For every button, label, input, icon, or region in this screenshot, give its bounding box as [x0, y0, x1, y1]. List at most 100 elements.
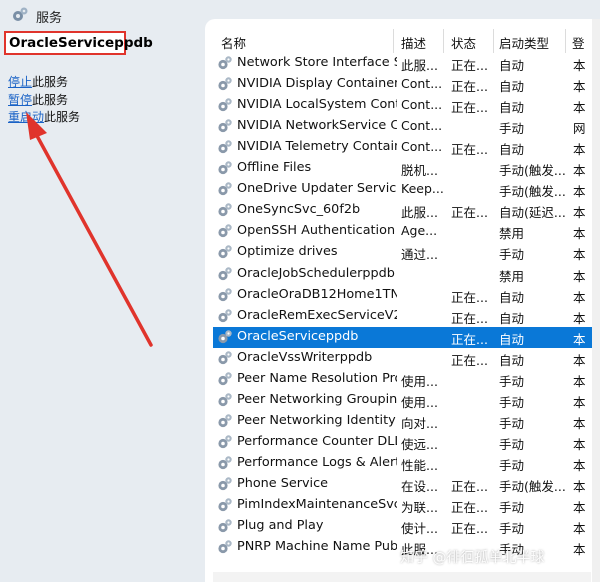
- service-startup-type: 手动: [499, 436, 525, 452]
- service-startup-type: 手动(触发...: [499, 479, 566, 494]
- watermark: 知乎 @徘徊孤单北半球: [400, 550, 545, 566]
- service-gear-icon: [217, 392, 233, 408]
- column-divider[interactable]: [393, 29, 394, 53]
- service-status: 正在...: [451, 100, 488, 116]
- service-description: Cont...: [401, 76, 443, 92]
- service-description: 向对...: [401, 415, 438, 431]
- column-divider[interactable]: [493, 29, 494, 53]
- service-row[interactable]: NVIDIA Display Container LSCont... 正在... 自…: [213, 74, 593, 95]
- service-row[interactable]: NVIDIA LocalSystem Conta...Cont... 正在... 自…: [213, 95, 593, 116]
- service-row[interactable]: OracleRemExecServiceV2 正在... 自动 本: [213, 306, 593, 327]
- service-name: NVIDIA Telemetry Container: [237, 139, 397, 155]
- service-row[interactable]: Network Store Interface Se... 此服... 正在... 自…: [213, 53, 593, 74]
- service-logon: 本: [573, 268, 586, 284]
- service-row[interactable]: OpenSSH Authentication ... Age... 禁用 本: [213, 221, 593, 242]
- service-startup-type: 手动(触发...: [499, 163, 566, 179]
- service-logon: 本: [573, 373, 586, 389]
- stop-link[interactable]: 停止: [8, 75, 32, 89]
- column-header-description[interactable]: 描述: [401, 33, 426, 52]
- service-row[interactable]: Performance Counter DLL ...使远... 手动 本: [213, 432, 593, 453]
- vertical-scrollbar[interactable]: [592, 19, 600, 582]
- service-name: OpenSSH Authentication ...: [237, 223, 397, 239]
- service-row[interactable]: NVIDIA Telemetry ContainerCont... 正在... 自动…: [213, 137, 593, 158]
- service-row[interactable]: Plug and Play 使计... 正在... 手动 本: [213, 516, 593, 537]
- service-row[interactable]: Peer Networking Identity ... 向对... 手动 本: [213, 411, 593, 432]
- service-status: 正在...: [451, 79, 488, 95]
- service-row[interactable]: Phone Service 在设... 正在... 手动(触发... 本: [213, 474, 593, 495]
- service-logon: 本: [573, 457, 586, 473]
- service-row[interactable]: Peer Networking Grouping 使用... 手动 本: [213, 390, 593, 411]
- service-logon: 本: [573, 184, 586, 200]
- service-row[interactable]: OracleVssWriterppdb 正在... 自动 本: [213, 348, 593, 369]
- service-description: 性能...: [401, 457, 438, 473]
- restart-link[interactable]: 重启动: [8, 110, 44, 124]
- column-header-startup-type[interactable]: 启动类型: [499, 33, 549, 52]
- service-gear-icon: [217, 287, 233, 303]
- service-description: Cont...: [401, 97, 443, 113]
- service-logon: 本: [573, 100, 586, 116]
- service-name: OracleOraDB12Home1TN...: [237, 286, 397, 302]
- service-row[interactable]: OracleServiceppdb 正在... 自动 本: [213, 326, 593, 348]
- service-row[interactable]: Offline Files 脱机... 手动(触发... 本: [213, 158, 593, 179]
- service-gear-icon: [217, 266, 233, 282]
- pause-link[interactable]: 暂停: [8, 93, 32, 107]
- service-description: Cont...: [401, 118, 443, 134]
- service-name: Offline Files: [237, 160, 312, 176]
- service-description: 使远...: [401, 436, 438, 452]
- service-status: 正在...: [451, 142, 488, 158]
- service-description: 为联...: [401, 500, 438, 516]
- service-logon: 本: [573, 542, 586, 558]
- service-description: 此服...: [401, 58, 438, 73]
- service-gear-icon: [217, 202, 233, 218]
- column-divider[interactable]: [443, 29, 444, 53]
- service-row[interactable]: Optimize drives 通过... 手动 本: [213, 242, 593, 263]
- service-startup-type: 自动: [499, 142, 525, 158]
- column-header-name[interactable]: 名称: [221, 33, 246, 52]
- column-divider[interactable]: [565, 29, 566, 53]
- list-header: 名称 描述 状态 启动类型 登: [205, 19, 600, 57]
- service-name: NVIDIA NetworkService C...: [237, 118, 397, 134]
- service-row[interactable]: OneSyncSvc_60f2b 此服... 正在... 自动(延迟... 本: [213, 200, 593, 221]
- service-name: Peer Networking Grouping: [237, 391, 397, 407]
- service-startup-type: 自动(延迟...: [499, 205, 566, 221]
- service-name: OracleJobSchedulerppdb: [237, 265, 395, 281]
- service-name: Peer Networking Identity ...: [237, 412, 397, 428]
- service-startup-type: 自动: [499, 100, 525, 116]
- service-startup-type: 自动: [499, 331, 525, 347]
- service-row[interactable]: OneDrive Updater Service Keep... 手动(触发... 本: [213, 179, 593, 200]
- service-row[interactable]: OracleJobSchedulerppdb 禁用 本: [213, 264, 593, 285]
- service-gear-icon: [217, 244, 233, 260]
- service-gear-icon: [217, 76, 233, 92]
- service-description: 脱机...: [401, 163, 438, 179]
- service-name: OracleRemExecServiceV2: [237, 307, 397, 323]
- service-gear-icon: [217, 97, 233, 113]
- service-row[interactable]: NVIDIA NetworkService C... Cont... 手动 网: [213, 116, 593, 137]
- column-header-logon[interactable]: 登: [572, 33, 585, 52]
- service-gear-icon: [217, 518, 233, 534]
- service-gear-icon: [217, 118, 233, 134]
- service-row[interactable]: Peer Name Resolution Pro... 使用... 手动 本: [213, 369, 593, 390]
- horizontal-scrollbar[interactable]: [213, 572, 591, 582]
- pause-suffix: 此服务: [32, 93, 69, 107]
- service-name: Phone Service: [237, 476, 329, 491]
- service-startup-type: 手动(触发...: [499, 184, 566, 200]
- service-row[interactable]: PimIndexMaintenanceSvc_...为联... 正在... 手动 本: [213, 495, 593, 516]
- service-gear-icon: [217, 455, 233, 471]
- service-name: OracleServiceppdb: [237, 328, 359, 344]
- service-startup-type: 自动: [499, 289, 525, 305]
- service-gear-icon: [217, 350, 233, 366]
- service-logon: 本: [573, 310, 586, 326]
- column-header-status[interactable]: 状态: [451, 33, 476, 52]
- service-startup-type: 自动: [499, 79, 525, 95]
- selected-service-name: OracleServiceppdb: [4, 31, 153, 55]
- restart-suffix: 此服务: [44, 110, 81, 124]
- service-logon: 本: [573, 500, 586, 516]
- service-status: 正在...: [451, 479, 488, 494]
- service-row[interactable]: OracleOraDB12Home1TN... 正在... 自动 本: [213, 285, 593, 306]
- service-description: 在设...: [401, 479, 438, 494]
- service-name: Plug and Play: [237, 518, 324, 534]
- service-row[interactable]: Performance Logs & Alerts 性能... 手动 本: [213, 453, 593, 474]
- service-gear-icon: [217, 223, 233, 239]
- service-logon: 本: [573, 205, 586, 221]
- service-logon: 本: [573, 58, 586, 73]
